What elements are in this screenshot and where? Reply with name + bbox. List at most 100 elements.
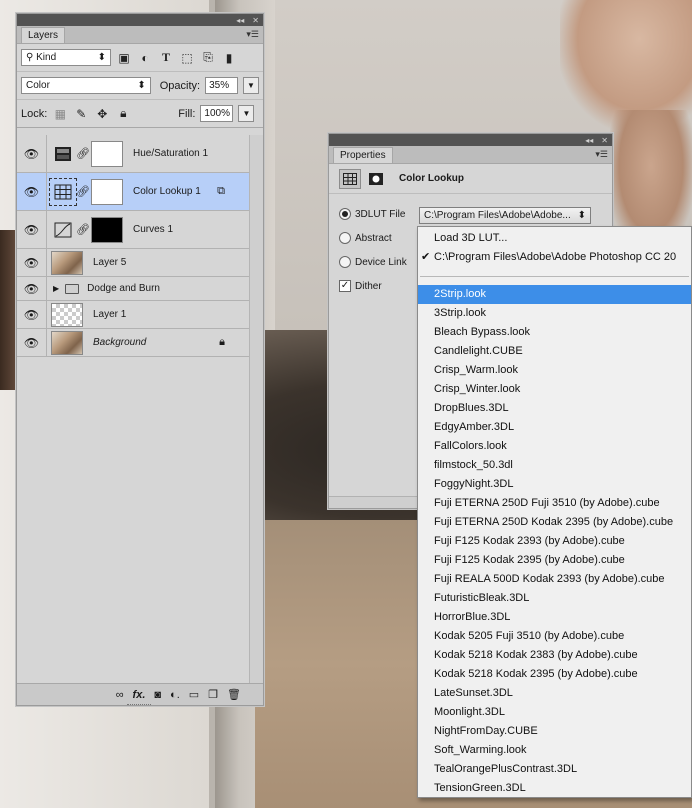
menu-item-lut-preset[interactable]: FuturisticBleak.3DL	[418, 589, 691, 608]
new-adjustment-icon[interactable]: ◐.	[170, 689, 180, 701]
menu-item-lut-preset[interactable]: Fuji F125 Kodak 2393 (by Adobe).cube	[418, 532, 691, 551]
menu-item-lut-preset[interactable]: 2Strip.look	[418, 285, 691, 304]
properties-panel-titlebar[interactable]: ◂◂ ✕	[329, 134, 612, 146]
menu-item-lut-preset[interactable]: EdgyAmber.3DL	[418, 418, 691, 437]
panel-menu-icon[interactable]: ▾☰	[595, 149, 608, 160]
layer-thumbnail[interactable]	[51, 302, 83, 327]
delete-layer-trash-icon[interactable]: 🗑︎	[227, 688, 241, 701]
layer-row-hue-saturation[interactable]: 👁︎ 🔗︎ Hue/Saturation 1	[17, 135, 251, 173]
lock-brush-icon[interactable]: ✎	[73, 106, 89, 122]
fill-input[interactable]: 100%	[200, 105, 234, 122]
add-mask-icon[interactable]: ◙	[154, 689, 161, 701]
menu-item-lut-preset[interactable]: TealOrangePlusContrast.3DL	[418, 760, 691, 779]
smart-object-filter-icon[interactable]: ⎘	[200, 50, 216, 66]
visibility-eye-icon[interactable]: 👁︎	[17, 211, 47, 248]
menu-item-lut-preset[interactable]: LateSunset.3DL	[418, 684, 691, 703]
menu-item-lut-preset[interactable]: 3Strip.look	[418, 304, 691, 323]
layer-row-color-lookup[interactable]: 👁︎ 🔗︎ Color Lookup 1 ⧉	[17, 173, 251, 211]
lut-file-radio[interactable]	[339, 208, 351, 220]
adjustment-settings-grid-icon[interactable]	[339, 168, 361, 189]
layer-name[interactable]: Background	[93, 337, 146, 348]
layer-row-curves[interactable]: 👁︎ 🔗︎ Curves 1	[17, 211, 251, 249]
resize-grip-icon[interactable]	[127, 704, 151, 707]
layer-mask-thumbnail[interactable]	[91, 216, 123, 243]
layers-scrollbar[interactable]	[249, 135, 263, 683]
menu-item-lut-preset[interactable]: Crisp_Winter.look	[418, 380, 691, 399]
menu-item-lut-preset[interactable]: Crisp_Warm.look	[418, 361, 691, 380]
visibility-eye-icon[interactable]: 👁︎	[17, 329, 47, 356]
device-link-radio[interactable]	[339, 256, 351, 268]
pixel-filter-icon[interactable]: ▣	[116, 50, 132, 66]
menu-item-lut-preset[interactable]: Kodak 5205 Fuji 3510 (by Adobe).cube	[418, 627, 691, 646]
close-icon[interactable]: ✕	[252, 16, 259, 25]
tab-layers[interactable]: Layers	[21, 27, 66, 43]
layer-style-fx-icon[interactable]: fx.	[133, 689, 146, 701]
mask-link-icon[interactable]: 🔗︎	[76, 185, 90, 198]
collapse-icon[interactable]: ◂◂	[236, 16, 244, 25]
opacity-dropdown-button[interactable]: ▼	[243, 77, 259, 94]
menu-item-lut-preset[interactable]: NightFromDay.CUBE	[418, 722, 691, 741]
menu-item-lut-preset[interactable]: Fuji REALA 500D Kodak 2393 (by Adobe).cu…	[418, 570, 691, 589]
expand-triangle-icon[interactable]: ▶	[53, 284, 59, 293]
layers-panel-titlebar[interactable]: ◂◂ ✕	[17, 14, 263, 26]
layer-name[interactable]: Layer 5	[93, 257, 126, 268]
layer-row-layer-5[interactable]: 👁︎ Layer 5	[17, 249, 251, 277]
new-layer-icon[interactable]: ❐	[208, 688, 218, 701]
visibility-eye-icon[interactable]: 👁︎	[17, 135, 47, 172]
menu-item-lut-preset[interactable]: DropBlues.3DL	[418, 399, 691, 418]
menu-item-load-3d-lut[interactable]: Load 3D LUT...	[418, 229, 691, 248]
dither-checkbox[interactable]: ✓	[339, 280, 351, 292]
visibility-eye-icon[interactable]: 👁︎	[17, 173, 47, 210]
blend-mode-select[interactable]: Color ⬍	[21, 77, 151, 94]
type-filter-icon[interactable]: T	[158, 50, 174, 66]
lock-position-icon[interactable]: ✥	[94, 106, 110, 122]
menu-item-lut-preset[interactable]: filmstock_50.3dl	[418, 456, 691, 475]
layer-row-dodge-and-burn[interactable]: 👁︎ ▶ Dodge and Burn	[17, 277, 251, 301]
adjustment-filter-icon[interactable]: ◐	[137, 50, 153, 66]
lut-file-select[interactable]: C:\Program Files\Adobe\Adobe... ⬍	[419, 207, 591, 224]
layer-name[interactable]: Color Lookup 1	[133, 186, 201, 197]
layer-row-background[interactable]: 👁︎ Background 🔒︎	[17, 329, 251, 357]
menu-item-lut-preset[interactable]: Moonlight.3DL	[418, 703, 691, 722]
menu-item-lut-preset[interactable]: Candlelight.CUBE	[418, 342, 691, 361]
layer-name[interactable]: Hue/Saturation 1	[133, 148, 208, 159]
menu-item-lut-preset[interactable]: FallColors.look	[418, 437, 691, 456]
lock-transparency-icon[interactable]: ▦	[52, 106, 68, 122]
menu-item-lut-preset[interactable]: Kodak 5218 Kodak 2383 (by Adobe).cube	[418, 646, 691, 665]
mask-settings-icon[interactable]	[365, 168, 387, 189]
layer-thumbnail[interactable]	[51, 250, 83, 275]
menu-item-lut-preset[interactable]: FoggyNight.3DL	[418, 475, 691, 494]
menu-item-lut-preset[interactable]: Fuji ETERNA 250D Fuji 3510 (by Adobe).cu…	[418, 494, 691, 513]
mask-link-icon[interactable]: 🔗︎	[76, 147, 90, 160]
opacity-input[interactable]: 35%	[205, 77, 239, 94]
visibility-eye-icon[interactable]: 👁︎	[17, 249, 47, 276]
shape-filter-icon[interactable]: ⬚	[179, 50, 195, 66]
visibility-eye-icon[interactable]: 👁︎	[17, 277, 47, 300]
visibility-eye-icon[interactable]: 👁︎	[17, 301, 47, 328]
menu-item-lut-preset[interactable]: TensionGreen.3DL	[418, 779, 691, 797]
menu-item-lut-preset[interactable]: Fuji F125 Kodak 2395 (by Adobe).cube	[418, 551, 691, 570]
menu-item-lut-preset[interactable]: Fuji ETERNA 250D Kodak 2395 (by Adobe).c…	[418, 513, 691, 532]
layer-mask-thumbnail[interactable]	[91, 178, 123, 205]
menu-item-current-lut-path[interactable]: ✔ C:\Program Files\Adobe\Adobe Photoshop…	[418, 248, 691, 267]
lock-all-icon[interactable]: 🔒︎	[115, 106, 131, 122]
menu-item-lut-preset[interactable]: Kodak 5218 Kodak 2395 (by Adobe).cube	[418, 665, 691, 684]
fill-dropdown-button[interactable]: ▼	[238, 105, 255, 122]
layer-name[interactable]: Curves 1	[133, 224, 173, 235]
layer-row-layer-1[interactable]: 👁︎ Layer 1	[17, 301, 251, 329]
layer-name[interactable]: Layer 1	[93, 309, 126, 320]
menu-item-lut-preset[interactable]: HorrorBlue.3DL	[418, 608, 691, 627]
link-layers-icon[interactable]: ∞	[116, 689, 124, 701]
panel-menu-icon[interactable]: ▾☰	[246, 29, 259, 40]
abstract-radio[interactable]	[339, 232, 351, 244]
menu-item-lut-preset[interactable]: Bleach Bypass.look	[418, 323, 691, 342]
layer-name[interactable]: Dodge and Burn	[87, 283, 160, 294]
close-icon[interactable]: ✕	[601, 136, 608, 145]
tab-properties[interactable]: Properties	[333, 147, 393, 163]
mask-link-icon[interactable]: 🔗︎	[76, 223, 90, 236]
new-group-folder-icon[interactable]: ▭	[189, 688, 199, 701]
layer-mask-thumbnail[interactable]	[91, 140, 123, 167]
menu-item-lut-preset[interactable]: Soft_Warming.look	[418, 741, 691, 760]
layer-thumbnail[interactable]	[51, 330, 83, 355]
filter-toggle-icon[interactable]: ▮	[221, 50, 237, 66]
